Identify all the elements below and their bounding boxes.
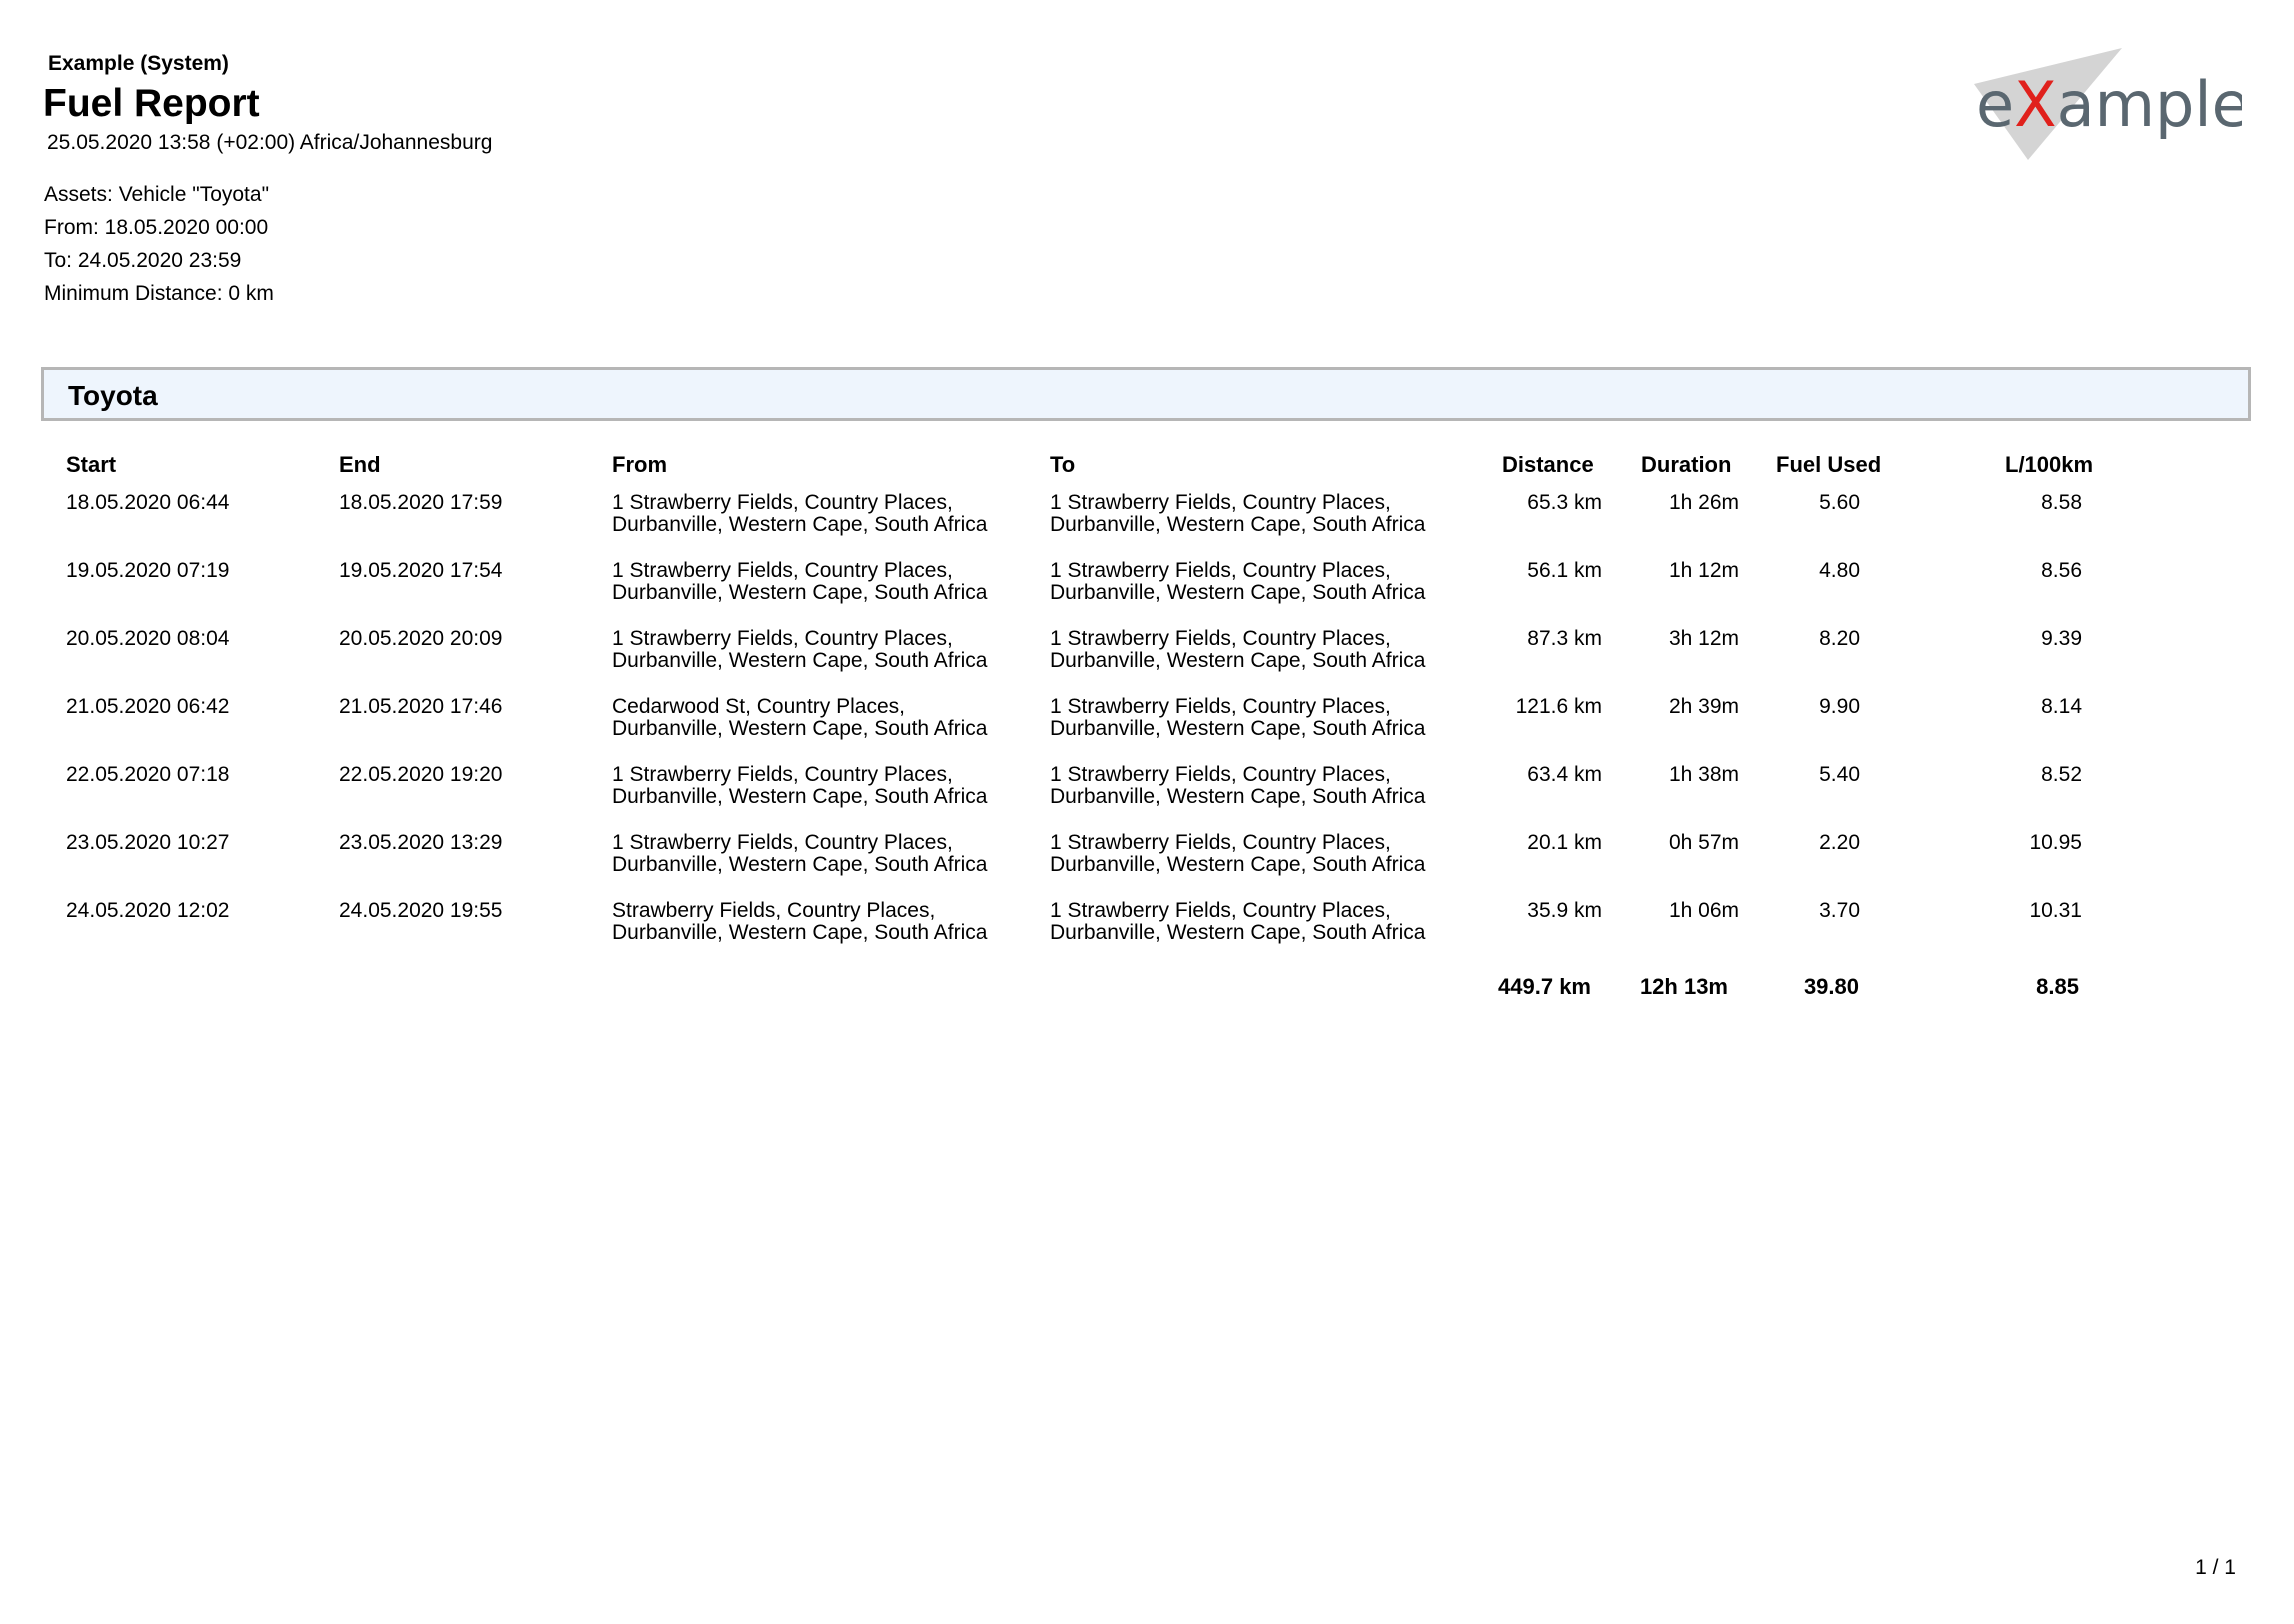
report-title: Fuel Report xyxy=(43,82,260,125)
cell-end: 22.05.2020 19:20 xyxy=(339,763,503,786)
header-to: To xyxy=(1050,452,1076,477)
param-min-distance: Minimum Distance: 0 km xyxy=(44,282,274,305)
cell-to: 1 Strawberry Fields, Country Places, Dur… xyxy=(1050,627,1426,672)
cell-l-per-100km: 8.14 xyxy=(2041,695,2082,718)
cell-duration: 0h 57m xyxy=(1668,831,1739,854)
cell-distance: 65.3 km xyxy=(1527,491,1602,514)
cell-from: 1 Strawberry Fields, Country Places, Dur… xyxy=(612,831,988,876)
cell-end: 23.05.2020 13:29 xyxy=(339,831,503,854)
table-row: 24.05.2020 12:02 24.05.2020 19:55 Strawber… xyxy=(0,900,2294,968)
cell-fuel-used: 3.70 xyxy=(1819,899,1860,922)
cell-fuel-used: 5.60 xyxy=(1819,491,1860,514)
cell-distance: 56.1 km xyxy=(1527,559,1602,582)
cell-to: 1 Strawberry Fields, Country Places, Dur… xyxy=(1050,899,1426,944)
table-row: 19.05.2020 07:19 19.05.2020 17:54 1 Strawb… xyxy=(0,560,2294,628)
param-to: To: 24.05.2020 23:59 xyxy=(44,249,242,272)
total-distance: 449.7 km xyxy=(1498,974,1591,999)
cell-end: 24.05.2020 19:55 xyxy=(339,899,503,922)
cell-end: 19.05.2020 17:54 xyxy=(339,559,503,582)
cell-l-per-100km: 8.56 xyxy=(2041,559,2082,582)
cell-l-per-100km: 8.58 xyxy=(2041,491,2082,514)
header-fuel-used: Fuel Used xyxy=(1776,452,1882,477)
fuel-table: Start End From To Distance Duration Fuel… xyxy=(0,452,2294,1008)
cell-from: 1 Strawberry Fields, Country Places, Dur… xyxy=(612,491,988,536)
cell-to: 1 Strawberry Fields, Country Places, Dur… xyxy=(1050,763,1426,808)
cell-duration: 1h 26m xyxy=(1668,491,1739,514)
cell-from: 1 Strawberry Fields, Country Places, Dur… xyxy=(612,559,988,604)
cell-distance: 63.4 km xyxy=(1527,763,1602,786)
cell-fuel-used: 5.40 xyxy=(1819,763,1860,786)
cell-to: 1 Strawberry Fields, Country Places, Dur… xyxy=(1050,831,1426,876)
cell-fuel-used: 4.80 xyxy=(1819,559,1860,582)
cell-distance: 87.3 km xyxy=(1527,627,1602,650)
cell-distance: 35.9 km xyxy=(1527,899,1602,922)
cell-to: 1 Strawberry Fields, Country Places, Dur… xyxy=(1050,491,1426,536)
header-from: From xyxy=(612,452,667,477)
cell-start: 20.05.2020 08:04 xyxy=(66,627,230,650)
table-body: 18.05.2020 06:44 18.05.2020 17:59 1 Strawb… xyxy=(0,492,2294,968)
cell-fuel-used: 9.90 xyxy=(1819,695,1860,718)
header-start: Start xyxy=(66,452,117,477)
cell-start: 24.05.2020 12:02 xyxy=(66,899,230,922)
cell-end: 21.05.2020 17:46 xyxy=(339,695,503,718)
cell-start: 23.05.2020 10:27 xyxy=(66,831,230,854)
cell-from: Strawberry Fields, Country Places, Durba… xyxy=(612,899,988,944)
table-row: 18.05.2020 06:44 18.05.2020 17:59 1 Strawb… xyxy=(0,492,2294,560)
cell-start: 21.05.2020 06:42 xyxy=(66,695,230,718)
cell-to: 1 Strawberry Fields, Country Places, Dur… xyxy=(1050,559,1426,604)
vehicle-section-header: Toyota xyxy=(41,367,2251,421)
totals-row: 449.7 km 12h 13m 39.80 8.85 xyxy=(0,968,2294,1008)
org-name: Example (System) xyxy=(48,52,229,75)
cell-l-per-100km: 8.52 xyxy=(2041,763,2082,786)
cell-distance: 20.1 km xyxy=(1527,831,1602,854)
cell-duration: 1h 38m xyxy=(1668,763,1739,786)
cell-duration: 1h 06m xyxy=(1668,899,1739,922)
table-row: 22.05.2020 07:18 22.05.2020 19:20 1 Strawb… xyxy=(0,764,2294,832)
param-from: From: 18.05.2020 00:00 xyxy=(44,216,269,239)
header-distance: Distance xyxy=(1502,452,1594,477)
cell-duration: 3h 12m xyxy=(1668,627,1739,650)
cell-duration: 2h 39m xyxy=(1668,695,1739,718)
table-row: 23.05.2020 10:27 23.05.2020 13:29 1 Strawb… xyxy=(0,832,2294,900)
param-assets: Assets: Vehicle "Toyota" xyxy=(44,183,270,206)
cell-from: 1 Strawberry Fields, Country Places, Dur… xyxy=(612,763,988,808)
cell-l-per-100km: 10.31 xyxy=(2029,899,2082,922)
table-row: 20.05.2020 08:04 20.05.2020 20:09 1 Strawb… xyxy=(0,628,2294,696)
table-row: 21.05.2020 06:42 21.05.2020 17:46 Cedarwoo… xyxy=(0,696,2294,764)
page-number: 1 / 1 xyxy=(2195,1556,2236,1579)
cell-distance: 121.6 km xyxy=(1515,695,1602,718)
total-l-per-100km: 8.85 xyxy=(2036,974,2079,999)
total-duration: 12h 13m xyxy=(1639,974,1728,999)
cell-l-per-100km: 9.39 xyxy=(2041,627,2082,650)
cell-end: 20.05.2020 20:09 xyxy=(339,627,503,650)
cell-from: Cedarwood St, Country Places, Durbanvill… xyxy=(612,695,988,740)
table-header-row: Start End From To Distance Duration Fuel… xyxy=(0,452,2294,492)
total-fuel-used: 39.80 xyxy=(1803,974,1859,999)
report-parameters: Assets: Vehicle "Toyota" From: 18.05.202… xyxy=(44,178,274,310)
generated-timestamp: 25.05.2020 13:58 (+02:00) Africa/Johanne… xyxy=(47,131,493,154)
header-end: End xyxy=(339,452,381,477)
cell-to: 1 Strawberry Fields, Country Places, Dur… xyxy=(1050,695,1426,740)
logo-text-x: X xyxy=(2014,68,2056,141)
company-logo: eXample xyxy=(1962,46,2242,166)
cell-from: 1 Strawberry Fields, Country Places, Dur… xyxy=(612,627,988,672)
vehicle-section-title: Toyota xyxy=(68,380,158,411)
cell-start: 18.05.2020 06:44 xyxy=(66,491,230,514)
logo-text-e: e xyxy=(1976,68,2014,141)
cell-end: 18.05.2020 17:59 xyxy=(339,491,503,514)
header-duration: Duration xyxy=(1641,452,1732,477)
cell-l-per-100km: 10.95 xyxy=(2029,831,2082,854)
cell-fuel-used: 8.20 xyxy=(1819,627,1860,650)
cell-duration: 1h 12m xyxy=(1668,559,1739,582)
cell-start: 19.05.2020 07:19 xyxy=(66,559,230,582)
header-l-per-100km: L/100km xyxy=(2005,452,2094,477)
svg-text:eXample: eXample xyxy=(1976,68,2242,141)
cell-fuel-used: 2.20 xyxy=(1819,831,1860,854)
logo-text-ample: ample xyxy=(2057,68,2242,141)
cell-start: 22.05.2020 07:18 xyxy=(66,763,230,786)
